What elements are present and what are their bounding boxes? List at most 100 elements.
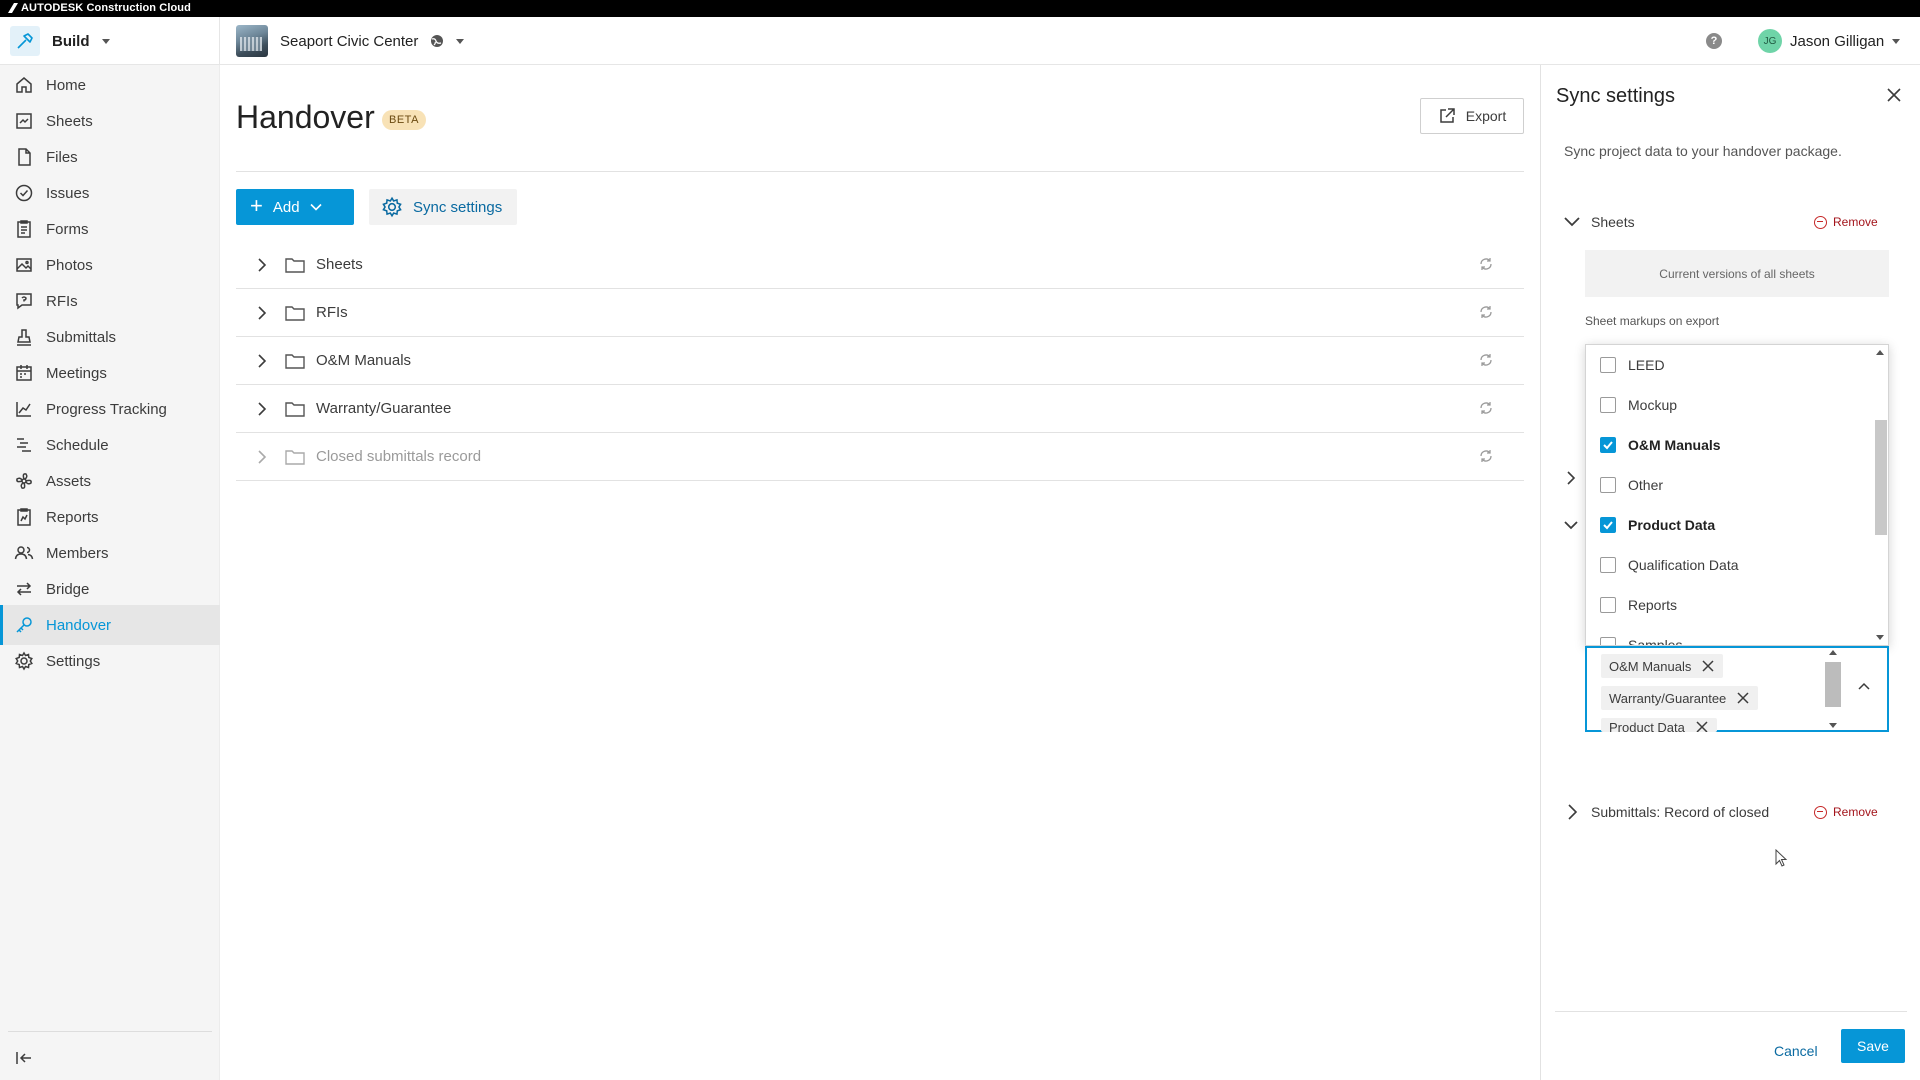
dropdown-option[interactable]: Qualification Data — [1586, 545, 1872, 585]
chevron-right-icon[interactable] — [252, 303, 272, 323]
folder-row-sheets[interactable]: Sheets — [236, 241, 1524, 289]
dropdown-option[interactable]: O&M Manuals — [1586, 425, 1872, 465]
sync-icon[interactable] — [1478, 448, 1494, 464]
dropdown-option[interactable]: Reports — [1586, 585, 1872, 625]
dropdown-option[interactable]: LEED — [1586, 345, 1872, 385]
sidebar-item-rfis[interactable]: RFIs — [0, 281, 220, 321]
section-sheets-toggle[interactable]: Sheets — [1563, 210, 1635, 234]
checkbox[interactable] — [1600, 397, 1616, 413]
chevron-right-icon[interactable] — [252, 447, 272, 467]
tag-label: O&M Manuals — [1609, 658, 1692, 674]
scroll-thumb[interactable] — [1825, 662, 1841, 707]
chevron-down-icon[interactable] — [1563, 517, 1579, 533]
checkbox[interactable] — [1600, 517, 1616, 533]
chevron-right-icon[interactable] — [252, 399, 272, 419]
folder-row-om-manuals[interactable]: O&M Manuals — [236, 337, 1524, 385]
checkbox[interactable] — [1600, 437, 1616, 453]
cancel-button[interactable]: Cancel — [1766, 1034, 1826, 1068]
sync-settings-button[interactable]: Sync settings — [369, 189, 517, 225]
dropdown-option[interactable]: Samples — [1586, 625, 1872, 645]
user-menu[interactable]: JG Jason Gilligan — [1758, 27, 1901, 55]
project-selector[interactable]: Seaport Civic Center — [236, 25, 465, 57]
chevron-right-icon[interactable] — [252, 255, 272, 275]
chevron-right-icon — [1568, 804, 1578, 820]
sidebar-item-schedule[interactable]: Schedule — [0, 425, 220, 465]
sidebar-item-reports[interactable]: Reports — [0, 497, 220, 537]
close-icon[interactable] — [1701, 659, 1715, 673]
checkbox[interactable] — [1600, 597, 1616, 613]
section-submittals-toggle[interactable]: Submittals: Record of closed — [1563, 800, 1769, 824]
dropdown-option[interactable]: Mockup — [1586, 385, 1872, 425]
sync-settings-label: Sync settings — [413, 198, 503, 216]
sidebar-item-sheets[interactable]: Sheets — [0, 101, 220, 141]
checkbox[interactable] — [1600, 637, 1616, 645]
sidebar-item-meetings[interactable]: Meetings — [0, 353, 220, 393]
sidebar-item-issues[interactable]: Issues — [0, 173, 220, 213]
chevron-right-icon[interactable] — [1563, 470, 1579, 486]
save-button[interactable]: Save — [1841, 1029, 1905, 1063]
folder-row-rfis[interactable]: RFIs — [236, 289, 1524, 337]
versions-text: Current versions of all sheets — [1659, 266, 1815, 281]
scroll-up-icon[interactable] — [1876, 350, 1884, 355]
files-icon — [18, 148, 31, 166]
folder-row-warranty[interactable]: Warranty/Guarantee — [236, 385, 1524, 433]
remove-submittals-button[interactable]: Remove — [1814, 802, 1878, 822]
export-label: Export — [1465, 108, 1507, 124]
folder-label: Closed submittals record — [316, 448, 482, 465]
scroll-down-icon[interactable] — [1876, 635, 1884, 640]
close-icon[interactable] — [1695, 720, 1709, 732]
rfis-icon — [16, 293, 32, 310]
export-icon — [1440, 108, 1455, 123]
sidebar-item-handover[interactable]: Handover — [0, 605, 220, 645]
divider — [236, 171, 1524, 172]
sidebar-item-home[interactable]: Home — [0, 65, 220, 105]
sidebar-item-label: RFIs — [46, 292, 78, 310]
reports-icon — [17, 508, 31, 526]
sidebar-item-bridge[interactable]: Bridge — [0, 569, 220, 609]
close-icon[interactable] — [1736, 691, 1750, 705]
scroll-down-icon[interactable] — [1829, 723, 1837, 728]
tags-scrollbar[interactable] — [1825, 648, 1841, 730]
chevron-right-icon[interactable] — [252, 351, 272, 371]
dropdown-option[interactable]: Product Data — [1586, 505, 1872, 545]
remove-sheets-button[interactable]: Remove — [1814, 212, 1878, 232]
sync-icon[interactable] — [1478, 304, 1494, 320]
sidebar-item-settings[interactable]: Settings — [0, 641, 220, 681]
scroll-thumb[interactable] — [1875, 420, 1887, 535]
close-icon[interactable] — [1884, 85, 1904, 105]
module-selector[interactable]: Build — [0, 17, 220, 65]
gear-icon — [382, 196, 402, 218]
sidebar-item-members[interactable]: Members — [0, 533, 220, 573]
sync-icon[interactable] — [1478, 400, 1494, 416]
folder-row-closed-submittals[interactable]: Closed submittals record — [236, 433, 1524, 481]
collapse-sidebar-icon[interactable] — [14, 1048, 34, 1068]
option-label: Reports — [1628, 597, 1678, 613]
selected-types-field[interactable]: O&M Manuals Warranty/Guarantee Product D… — [1585, 646, 1889, 732]
option-label: Product Data — [1628, 517, 1716, 533]
sheet-versions-field[interactable]: Current versions of all sheets — [1585, 250, 1889, 297]
sidebar-item-photos[interactable]: Photos — [0, 245, 220, 285]
tag-label: Product Data — [1609, 720, 1685, 732]
page-title: Handover — [236, 99, 375, 135]
scroll-up-icon[interactable] — [1829, 650, 1837, 655]
dropdown-option[interactable]: Other — [1586, 465, 1872, 505]
sidebar-item-progress-tracking[interactable]: Progress Tracking — [0, 389, 220, 429]
dropdown-scrollbar[interactable] — [1872, 345, 1888, 645]
chevron-up-icon[interactable] — [1855, 678, 1873, 696]
sync-icon[interactable] — [1478, 352, 1494, 368]
sidebar-item-files[interactable]: Files — [0, 137, 220, 177]
export-button[interactable]: Export — [1420, 98, 1524, 134]
sidebar-item-submittals[interactable]: Submittals — [0, 317, 220, 357]
help-icon[interactable]: ? — [1706, 33, 1722, 49]
checkbox[interactable] — [1600, 557, 1616, 573]
sync-icon[interactable] — [1478, 256, 1494, 272]
selected-tag: Warranty/Guarantee — [1601, 686, 1759, 710]
sidebar-item-assets[interactable]: Assets — [0, 461, 220, 501]
checkbox[interactable] — [1600, 357, 1616, 373]
globe-icon — [431, 35, 444, 47]
panel-title: Sync settings — [1556, 85, 1675, 107]
checkbox[interactable] — [1600, 477, 1616, 493]
sidebar-item-forms[interactable]: Forms — [0, 209, 220, 249]
add-button[interactable]: + Add — [236, 189, 354, 225]
sidebar-divider — [8, 1031, 212, 1032]
